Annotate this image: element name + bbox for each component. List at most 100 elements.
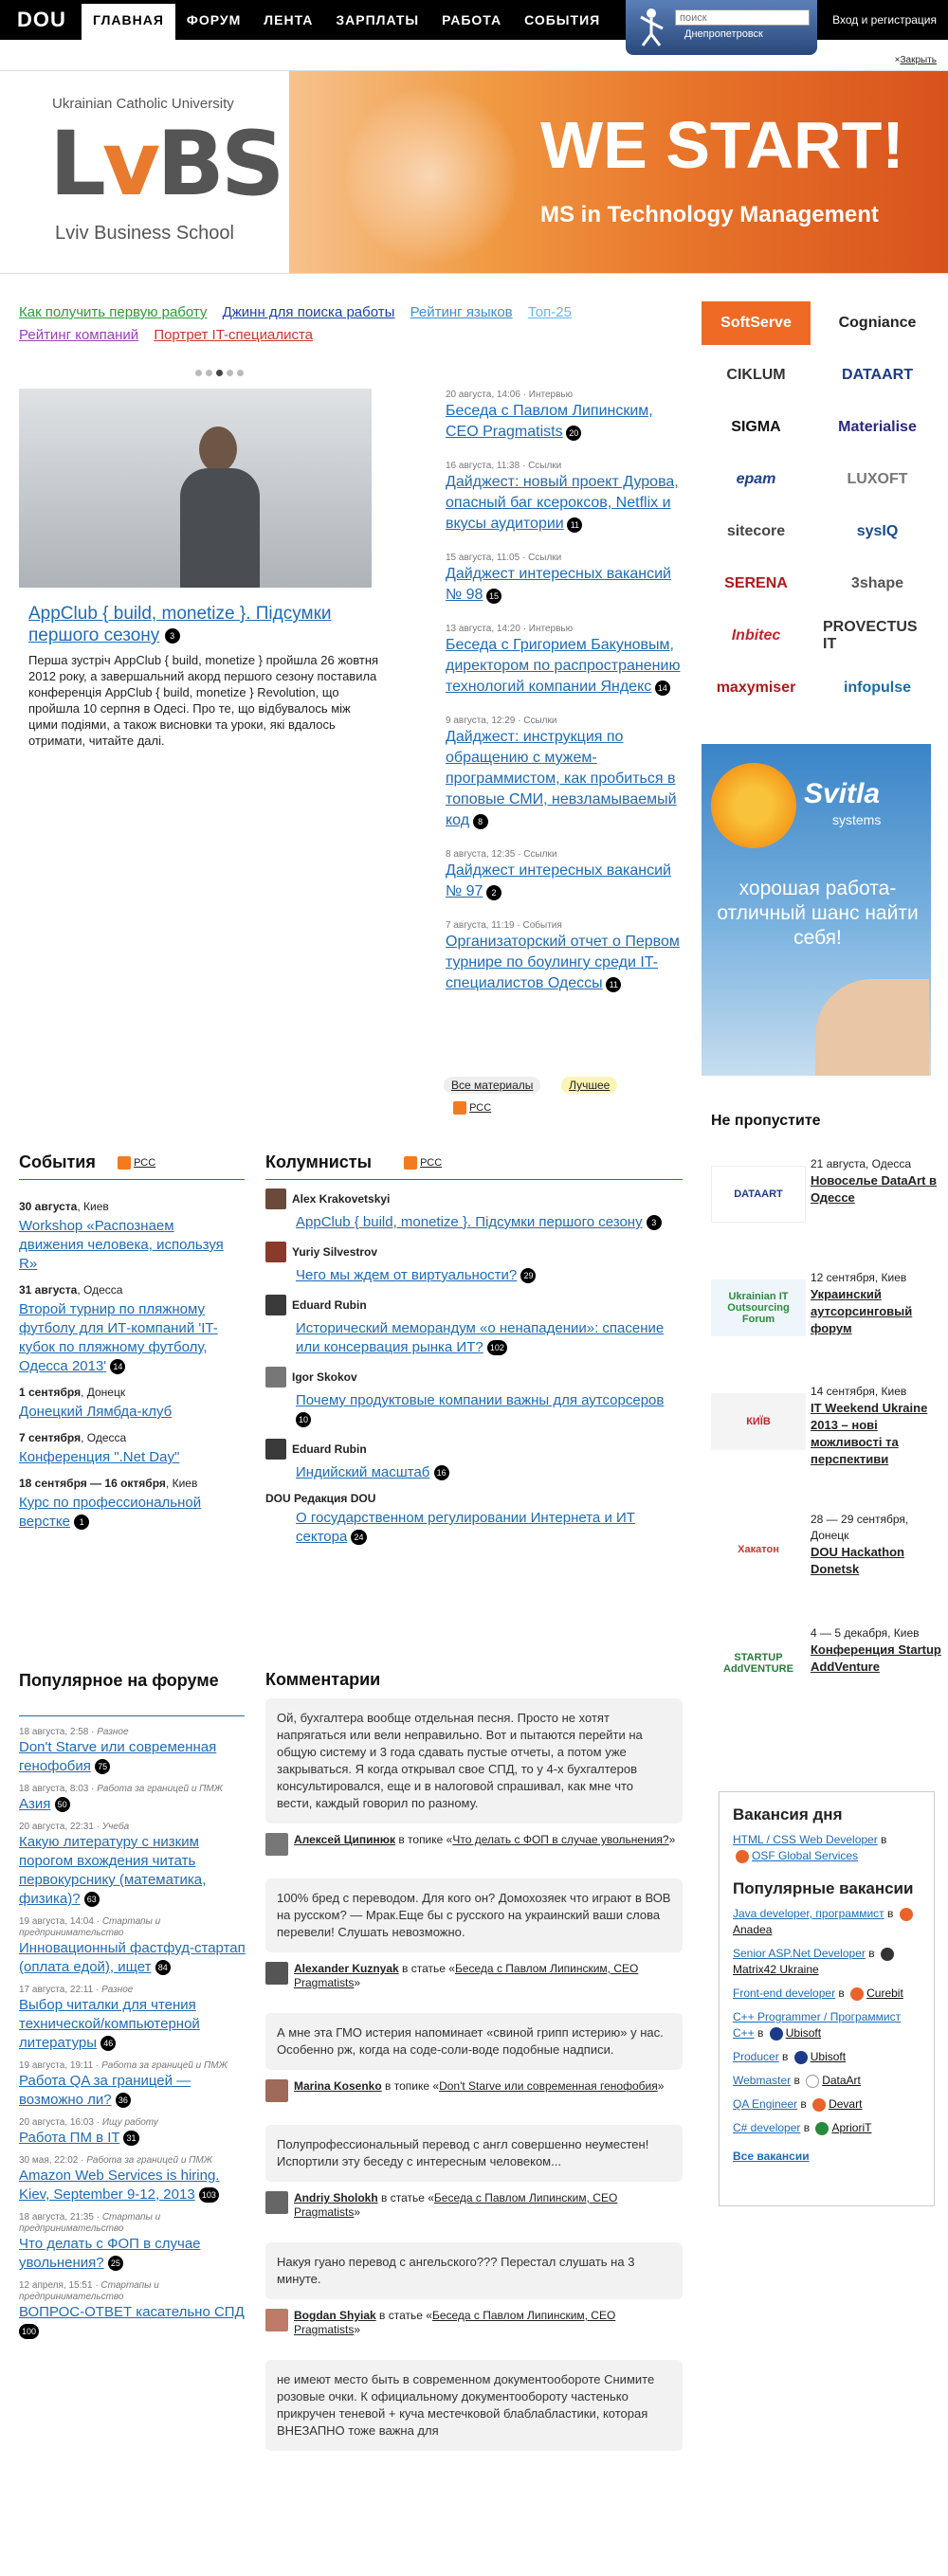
forum-topic[interactable]: ВОПРОС-ОТВЕТ касательно СПД 100	[19, 2303, 251, 2341]
featured-title-text[interactable]: AppClub { build, monetize }. Підсумки пе…	[28, 604, 332, 645]
news-title[interactable]: Дайджест: новый проект Дурова, опасный б…	[446, 472, 687, 535]
partner-logo[interactable]: maxymiser	[702, 666, 811, 710]
job-company[interactable]: Devart	[829, 2097, 862, 2111]
carousel-dot[interactable]	[195, 370, 202, 376]
avatar[interactable]	[265, 1439, 286, 1460]
event-promo-title[interactable]: Украинский аутсорсинговый форум	[811, 1287, 912, 1335]
columnist-title[interactable]: Исторический меморандум «о ненападении»:…	[296, 1319, 683, 1357]
event-title-text[interactable]: Конференция ".Net Day"	[19, 1449, 179, 1465]
forum-category[interactable]: Ищу работу	[102, 2117, 158, 2128]
author-name[interactable]: Igor Skokov	[292, 1370, 357, 1384]
job-company[interactable]: Ubisoft	[811, 2050, 846, 2063]
featured-photo[interactable]	[19, 389, 372, 588]
news-title[interactable]: Дайджест интересных вакансий № 98 15	[446, 564, 687, 606]
featured-title[interactable]: AppClub { build, monetize }. Підсумки пе…	[28, 603, 370, 646]
comment-author[interactable]: Andriy Sholokh	[294, 2191, 378, 2204]
comment-count[interactable]: 36	[115, 2093, 131, 2109]
comment-count[interactable]: 24	[351, 1530, 367, 1546]
all-materials-button[interactable]: Все материалы	[444, 1077, 541, 1094]
partner-logo[interactable]: sysIQ	[823, 510, 932, 553]
job-company[interactable]: DataArt	[822, 2074, 861, 2087]
news-title-text[interactable]: Беседа с Павлом Липинским, CEO Pragmatis…	[446, 403, 653, 440]
comment-count[interactable]: 10	[296, 1412, 312, 1428]
job-title[interactable]: Webmaster	[733, 2074, 791, 2087]
event-promo-title[interactable]: DOU Hackathon Donetsk	[811, 1545, 904, 1576]
forum-topic-text[interactable]: Инновационный фастфуд-стартап (оплата ед…	[19, 1940, 246, 1975]
nav-item-main[interactable]: Главная	[82, 4, 175, 40]
avatar[interactable]	[265, 2079, 288, 2102]
comment-count[interactable]: 63	[83, 1892, 100, 1908]
columnist-title[interactable]: Почему продуктовые компании важны для ау…	[296, 1391, 683, 1429]
author-name[interactable]: Alex Krakovetskyi	[292, 1192, 390, 1206]
partner-logo[interactable]: sitecore	[702, 510, 811, 553]
job-title[interactable]: QA Engineer	[733, 2097, 797, 2111]
quick-link-first-job[interactable]: Как получить первую работу	[19, 304, 207, 320]
comment-count[interactable]: 102	[486, 1340, 507, 1356]
rss-label[interactable]: РСС	[420, 1157, 442, 1169]
partner-logo[interactable]: infopulse	[823, 666, 932, 710]
partner-logo[interactable]: Inbitec	[702, 614, 811, 658]
news-title[interactable]: Дайджест: инструкция по обращению с муже…	[446, 727, 687, 831]
event-title[interactable]: Второй турнир по пляжному футболу для ИТ…	[19, 1300, 242, 1376]
forum-category[interactable]: Работа за границей и ПМЖ	[86, 2155, 212, 2166]
job-company[interactable]: Anadea	[733, 1923, 772, 1936]
columnist-title[interactable]: Индийский масштаб 16	[296, 1463, 683, 1482]
avatar[interactable]	[265, 1242, 286, 1262]
forum-category[interactable]: Разное	[97, 1727, 128, 1737]
comment-count[interactable]: 14	[654, 680, 670, 696]
comment-topic[interactable]: Don't Starve или современная генофобия	[439, 2079, 658, 2093]
comment-count[interactable]: 100	[19, 2324, 40, 2340]
partner-logo[interactable]: Materialise	[823, 406, 932, 449]
avatar[interactable]	[265, 1367, 286, 1388]
job-title[interactable]: Senior ASP.Net Developer	[733, 1947, 866, 1960]
comment-author[interactable]: Marina Kosenko	[294, 2079, 382, 2093]
partner-logo[interactable]: PROVECTUS IT	[823, 614, 932, 658]
news-title[interactable]: Дайджест интересных вакансий № 97 2	[446, 861, 687, 902]
forum-topic[interactable]: Инновационный фастфуд-стартап (оплата ед…	[19, 1939, 251, 1977]
columnist-title-text[interactable]: Исторический меморандум «о ненападении»:…	[296, 1320, 664, 1355]
comment-count[interactable]: 75	[95, 1759, 111, 1775]
columnist-title[interactable]: Чего мы ждем от виртуальности? 29	[296, 1266, 683, 1285]
comment-count[interactable]: 31	[123, 2131, 139, 2147]
login-link[interactable]: Вход и регистрация	[832, 13, 937, 27]
carousel-dot-active[interactable]	[216, 370, 223, 376]
nav-item-forum[interactable]: Форум	[175, 0, 252, 40]
nav-item-jobs[interactable]: Работа	[430, 0, 513, 40]
event-promo-image[interactable]: Хакатон	[711, 1521, 806, 1578]
event-title[interactable]: Донецкий Лямбда-клуб	[19, 1403, 242, 1422]
quick-link-company-rating[interactable]: Рейтинг компаний	[19, 327, 138, 343]
comment-count[interactable]: 3	[646, 1215, 662, 1231]
columnist-title[interactable]: AppClub { build, monetize }. Підсумки пе…	[296, 1213, 683, 1232]
nav-item-feed[interactable]: Лента	[252, 0, 324, 40]
job-title[interactable]: Producer	[733, 2050, 779, 2063]
forum-category[interactable]: Учеба	[102, 1822, 129, 1832]
comment-author[interactable]: Alexander Kuznyak	[294, 1962, 399, 1975]
forum-topic-text[interactable]: Работа ПМ в IT	[19, 2130, 119, 2146]
author-name[interactable]: Eduard Rubin	[292, 1298, 367, 1312]
comment-count[interactable]: 8	[472, 813, 488, 829]
author-name[interactable]: DOU Редакция DOU	[265, 1492, 375, 1505]
partner-logo[interactable]: epam	[702, 458, 811, 501]
event-promo-title[interactable]: Новоселье DataArt в Одессе	[811, 1173, 937, 1205]
comment-count[interactable]: 3	[164, 627, 180, 644]
news-rss[interactable]: РСС	[453, 1101, 491, 1115]
forum-topic-text[interactable]: Какую литературу с низким порогом вхожде…	[19, 1834, 206, 1907]
forum-topic[interactable]: Don't Starve или современная генофобия 7…	[19, 1738, 251, 1776]
job-title[interactable]: Java developer, программист	[733, 1907, 884, 1920]
news-title-text[interactable]: Дайджест интересных вакансий № 98	[446, 566, 671, 603]
comment-count[interactable]: 16	[433, 1465, 449, 1481]
events-heading[interactable]: События	[19, 1152, 96, 1172]
event-title[interactable]: Workshop «Распознаем движения человека, …	[19, 1217, 242, 1274]
event-promo-image[interactable]: DATAART	[711, 1166, 806, 1223]
author-name[interactable]: Yuriy Silvestrov	[292, 1245, 377, 1259]
job-of-day-company[interactable]: OSF Global Services	[752, 1849, 858, 1862]
columnist-title-text[interactable]: Индийский масштаб	[296, 1464, 429, 1480]
comment-count[interactable]: 29	[520, 1268, 537, 1284]
forum-topic-text[interactable]: Amazon Web Services is hiring. Kiev, Sep…	[19, 2168, 219, 2203]
events-rss[interactable]: РСС	[118, 1156, 155, 1170]
comment-count[interactable]: 2	[486, 884, 502, 900]
columnist-author[interactable]: Igor Skokov	[265, 1367, 683, 1388]
avatar[interactable]	[265, 2309, 288, 2331]
partner-logo[interactable]: DATAART	[823, 354, 932, 397]
columnist-title-text[interactable]: Почему продуктовые компании важны для ау…	[296, 1392, 664, 1408]
